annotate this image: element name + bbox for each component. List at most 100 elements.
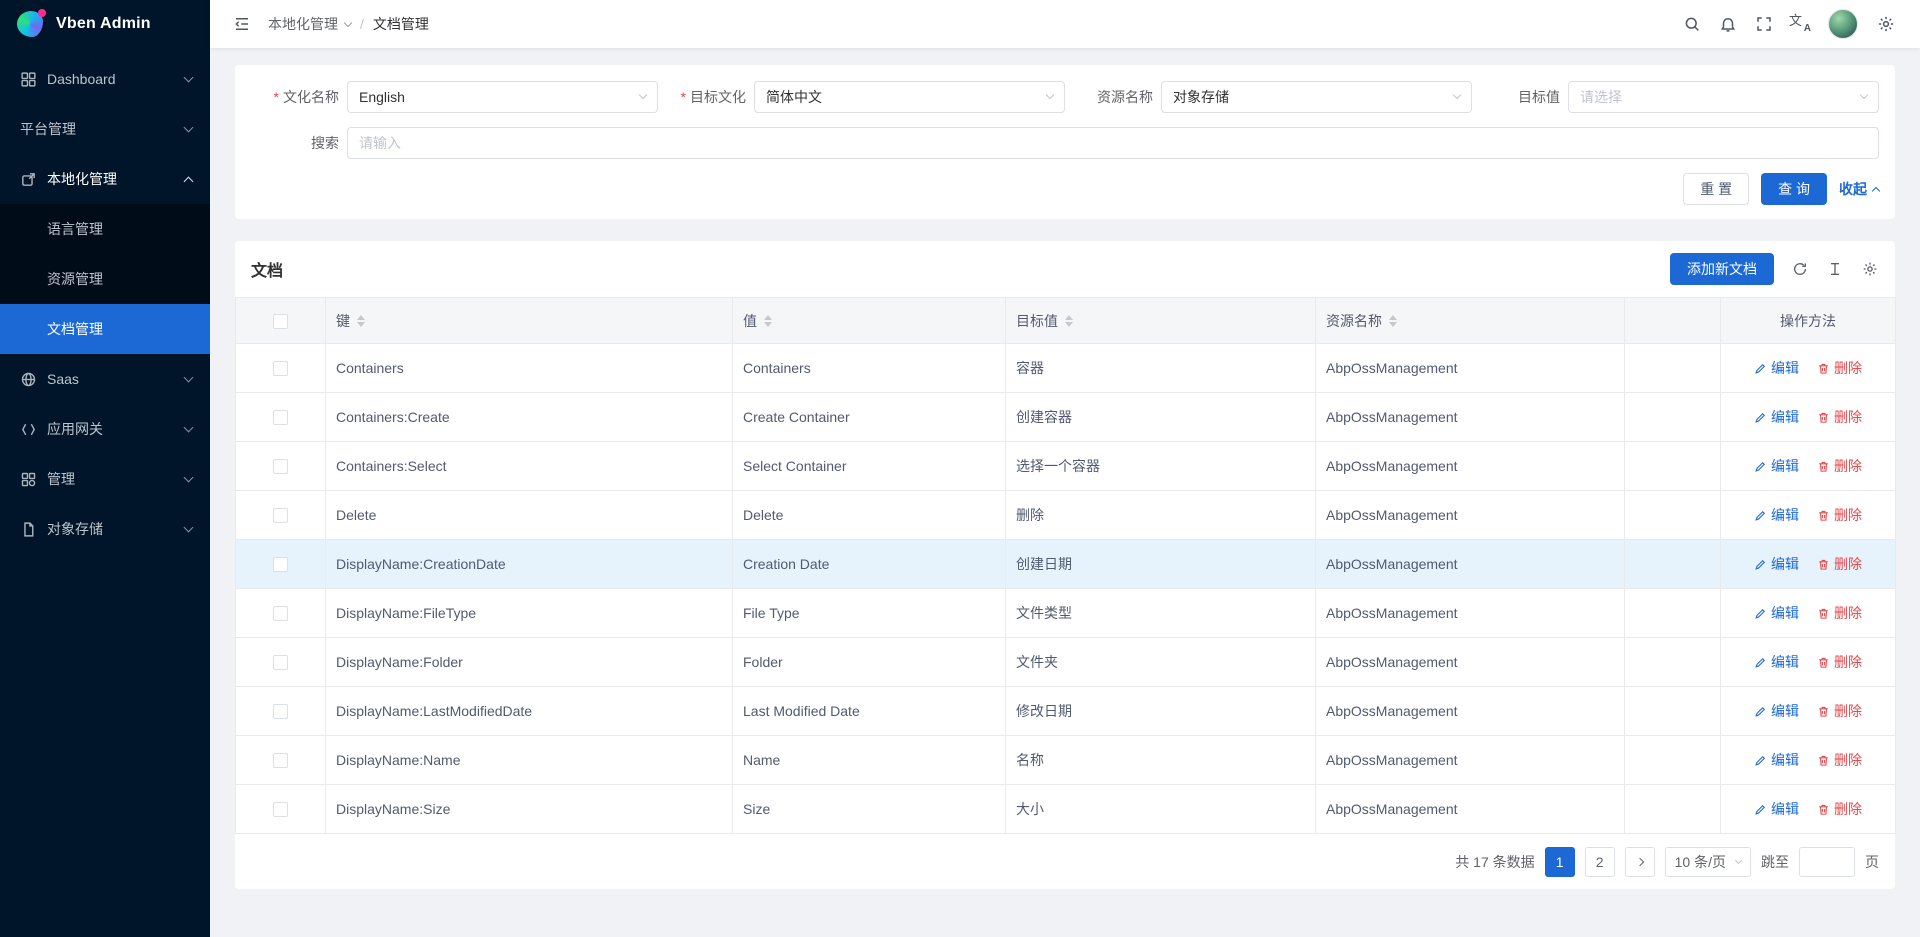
target-value-select[interactable]: 请选择 [1568,81,1879,113]
sidebar-item-management[interactable]: 管理 [0,454,210,504]
sidebar-item-label: 文档管理 [47,319,103,339]
delete-button[interactable]: 删除 [1817,652,1862,672]
row-select-cell [236,736,326,785]
select-all-checkbox[interactable] [273,314,288,329]
translate-icon[interactable]: 文A [1782,0,1818,48]
menu-fold-icon[interactable] [228,0,256,48]
sidebar-item-object-storage[interactable]: 对象存储 [0,504,210,554]
row-checkbox[interactable] [273,802,288,817]
edit-button[interactable]: 编辑 [1754,603,1799,623]
delete-button[interactable]: 删除 [1817,358,1862,378]
delete-button[interactable]: 删除 [1817,407,1862,427]
trash-icon [1817,509,1830,522]
row-checkbox[interactable] [273,606,288,621]
table-row: DisplayName:Folder Folder 文件夹 AbpOssMana… [236,638,1896,687]
culture-name-select[interactable]: English [347,81,658,113]
edit-button[interactable]: 编辑 [1754,554,1799,574]
chevron-down-icon [184,372,194,382]
notification-bell-icon[interactable] [1710,0,1746,48]
app-logo[interactable]: Vben Admin [0,0,210,48]
jump-page-input[interactable] [1799,847,1855,877]
breadcrumb-parent[interactable]: 本地化管理 [268,14,351,34]
page-button-1[interactable]: 1 [1545,847,1575,877]
field-culture-name: * 文化名称 English [251,81,658,113]
user-avatar[interactable] [1828,9,1858,39]
delete-button[interactable]: 删除 [1817,701,1862,721]
documents-table: 键 值 目标值 资源名称 操作方法 Containers Container [235,297,1896,834]
page-button-2[interactable]: 2 [1585,847,1615,877]
sidebar-item-resource-management[interactable]: 资源管理 [0,254,210,304]
row-checkbox[interactable] [273,508,288,523]
sidebar-item-document-management[interactable]: 文档管理 [0,304,210,354]
edit-button[interactable]: 编辑 [1754,407,1799,427]
edit-button[interactable]: 编辑 [1754,652,1799,672]
cell-value: Containers [733,344,1006,393]
column-header-value[interactable]: 值 [733,298,1006,344]
search-input[interactable] [347,127,1879,159]
row-checkbox[interactable] [273,410,288,425]
cell-resource: AbpOssManagement [1316,344,1625,393]
sort-icon[interactable] [1065,315,1073,327]
row-checkbox[interactable] [273,361,288,376]
next-page-button[interactable] [1625,847,1655,877]
delete-button[interactable]: 删除 [1817,799,1862,819]
reset-button[interactable]: 重 置 [1683,173,1749,205]
sidebar-item-platform[interactable]: 平台管理 [0,104,210,154]
edit-button[interactable]: 编辑 [1754,750,1799,770]
cell-target: 容器 [1006,344,1316,393]
cell-actions: 编辑 删除 [1721,638,1896,687]
search-icon[interactable] [1674,0,1710,48]
sidebar-item-gateway[interactable]: 应用网关 [0,404,210,454]
delete-button[interactable]: 删除 [1817,603,1862,623]
resource-name-select[interactable]: 对象存储 [1161,81,1472,113]
column-header-target[interactable]: 目标值 [1006,298,1316,344]
cell-key: DisplayName:Name [326,736,733,785]
edit-button[interactable]: 编辑 [1754,701,1799,721]
collapse-link[interactable]: 收起 [1839,179,1879,199]
column-settings-gear-icon[interactable] [1861,260,1879,278]
refresh-icon[interactable] [1791,260,1809,278]
management-icon [20,471,37,488]
cell-value: Delete [733,491,1006,540]
delete-button[interactable]: 删除 [1817,554,1862,574]
edit-button[interactable]: 编辑 [1754,358,1799,378]
cell-actions: 编辑 删除 [1721,344,1896,393]
sort-icon[interactable] [764,315,772,327]
row-height-icon[interactable] [1826,260,1844,278]
filter-row-2: 搜索 [251,127,1879,159]
add-document-button[interactable]: 添加新文档 [1670,253,1774,285]
sort-icon[interactable] [1389,315,1397,327]
row-checkbox[interactable] [273,655,288,670]
trash-icon [1817,411,1830,424]
sidebar-item-language-management[interactable]: 语言管理 [0,204,210,254]
storage-icon [20,521,37,538]
sidebar-item-saas[interactable]: Saas [0,354,210,404]
page-content: * 文化名称 English * 目标文化 [210,48,1920,937]
row-select-cell [236,393,326,442]
cell-key: DisplayName:LastModifiedDate [326,687,733,736]
query-button[interactable]: 查 询 [1761,173,1827,205]
edit-button[interactable]: 编辑 [1754,505,1799,525]
delete-button[interactable]: 删除 [1817,505,1862,525]
sidebar-item-localization[interactable]: 本地化管理 [0,154,210,204]
row-checkbox[interactable] [273,557,288,572]
field-label: * 文化名称 [251,87,347,107]
target-culture-select[interactable]: 简体中文 [754,81,1065,113]
sort-icon[interactable] [357,315,365,327]
spacer-cell [1625,540,1721,589]
row-checkbox[interactable] [273,753,288,768]
row-checkbox[interactable] [273,459,288,474]
column-header-resource[interactable]: 资源名称 [1316,298,1625,344]
row-checkbox[interactable] [273,704,288,719]
fullscreen-icon[interactable] [1746,0,1782,48]
delete-button[interactable]: 删除 [1817,456,1862,476]
delete-button[interactable]: 删除 [1817,750,1862,770]
edit-button[interactable]: 编辑 [1754,799,1799,819]
sidebar-item-dashboard[interactable]: Dashboard [0,54,210,104]
settings-gear-icon[interactable] [1868,0,1904,48]
page-size-select[interactable]: 10 条/页 [1665,847,1751,877]
pencil-icon [1754,754,1767,767]
column-header-key[interactable]: 键 [326,298,733,344]
edit-button[interactable]: 编辑 [1754,456,1799,476]
spacer-cell [1625,442,1721,491]
